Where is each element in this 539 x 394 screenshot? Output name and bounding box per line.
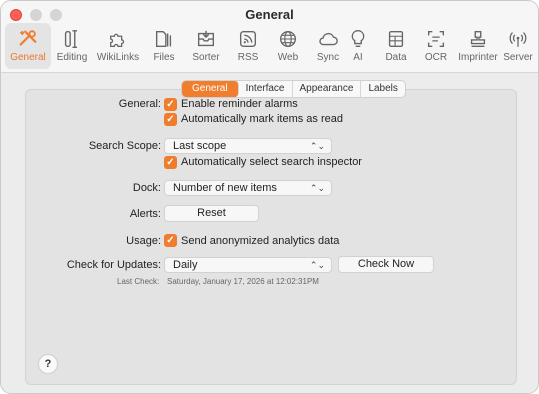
sorter-tray-icon [197, 30, 215, 47]
globe-icon [279, 30, 297, 48]
toolbar-web[interactable]: Web [267, 23, 309, 69]
toolbar-rss[interactable]: RSS [227, 23, 269, 69]
send-analytics-text: Send anonymized analytics data [181, 235, 340, 247]
toolbar-label: Web [277, 52, 299, 63]
toolbar-label: Sorter [192, 52, 220, 63]
enable-reminders-text: Enable reminder alarms [181, 98, 298, 110]
search-scope-value: Last scope [173, 140, 227, 152]
toolbar-label: RSS [237, 52, 259, 63]
settings-tabs: General Interface Appearance Labels [181, 80, 406, 98]
last-check-value: Saturday, January 17, 2026 at 12:02:31PM [167, 277, 319, 286]
toolbar-label: WikiLinks [96, 52, 140, 63]
send-analytics-checkbox[interactable]: ✓ [164, 234, 177, 247]
data-grid-icon [388, 30, 404, 48]
auto-mark-read-text: Automatically mark items as read [181, 113, 343, 125]
chevron-updown-icon: ⌃⌄ [309, 141, 325, 151]
auto-mark-read-checkbox[interactable]: ✓ [164, 113, 177, 126]
auto-select-inspector-checkbox[interactable]: ✓ [164, 156, 177, 169]
toolbar-label: Server [503, 52, 533, 63]
preferences-toolbar: General Editing WikiLinks Files Sorter R… [1, 23, 538, 69]
toolbar-label: Files [153, 52, 175, 63]
toolbar-editing[interactable]: Editing [51, 23, 93, 69]
stamp-icon [470, 30, 486, 48]
search-scope-label: Search Scope: [88, 140, 161, 152]
tab-appearance[interactable]: Appearance [293, 81, 362, 97]
dock-label: Dock: [132, 182, 161, 194]
check-updates-label: Check for Updates: [66, 259, 161, 271]
reset-button[interactable]: Reset [164, 205, 259, 222]
tab-interface[interactable]: Interface [239, 81, 293, 97]
chevron-updown-icon: ⌃⌄ [309, 183, 325, 193]
toolbar-label: Data [385, 52, 407, 63]
toolbar-sorter[interactable]: Sorter [185, 23, 227, 69]
check-updates-value: Daily [173, 259, 198, 271]
editing-icon [64, 30, 78, 48]
chevron-updown-icon: ⌃⌄ [309, 260, 325, 270]
toolbar-ocr[interactable]: OCR [415, 23, 457, 69]
title-bar: General General Editing WikiLinks Files … [1, 1, 538, 73]
dock-value: Number of new items [173, 182, 277, 194]
preferences-window: General General Editing WikiLinks Files … [0, 0, 539, 394]
puzzle-icon [110, 33, 125, 47]
check-updates-popup[interactable]: Daily ⌃⌄ [164, 257, 332, 273]
alerts-label: Alerts: [129, 208, 161, 220]
last-check-label: Last Check: [117, 277, 160, 286]
toolbar-ai[interactable]: AI [337, 23, 379, 69]
dock-popup[interactable]: Number of new items ⌃⌄ [164, 180, 332, 196]
enable-reminders-checkbox[interactable]: ✓ [164, 98, 177, 111]
toolbar-data[interactable]: Data [375, 23, 417, 69]
tab-general[interactable]: General [182, 81, 239, 97]
tools-icon [19, 30, 37, 46]
check-now-button[interactable]: Check Now [338, 256, 434, 273]
search-scope-popup[interactable]: Last scope ⌃⌄ [164, 138, 332, 154]
toolbar-imprinter[interactable]: Imprinter [457, 23, 499, 69]
cloud-icon [319, 32, 338, 46]
files-icon [155, 30, 172, 48]
help-button[interactable]: ? [38, 354, 58, 374]
toolbar-label: General [10, 52, 46, 63]
toolbar-label: AI [353, 52, 363, 63]
toolbar-general[interactable]: General [5, 23, 51, 69]
window-title: General [245, 7, 294, 22]
toolbar-files[interactable]: Files [143, 23, 185, 69]
toolbar-label: Imprinter [458, 52, 498, 63]
lightbulb-icon [351, 30, 365, 48]
broadcast-icon [509, 32, 527, 47]
rss-icon [239, 30, 257, 48]
toolbar-wikilinks[interactable]: WikiLinks [93, 23, 143, 69]
auto-select-inspector-text: Automatically select search inspector [181, 156, 362, 168]
toolbar-label: Editing [56, 52, 88, 63]
ocr-icon [427, 30, 445, 48]
toolbar-server[interactable]: Server [499, 23, 537, 69]
tab-labels[interactable]: Labels [361, 81, 404, 97]
toolbar-label: OCR [424, 52, 448, 63]
usage-label: Usage: [126, 235, 161, 247]
general-label: General: [118, 98, 161, 110]
